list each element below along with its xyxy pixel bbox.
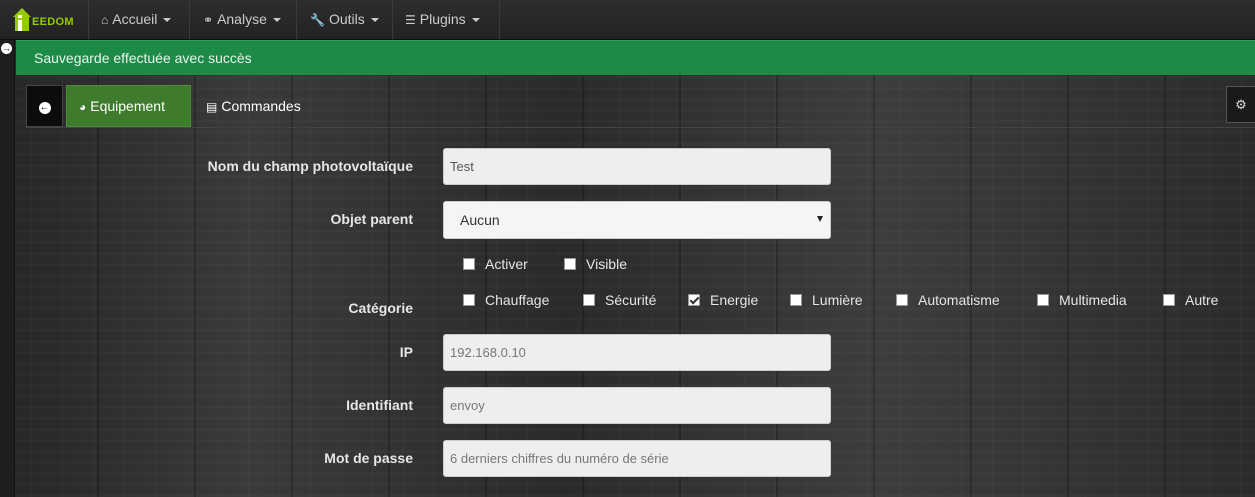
checkbox-automatisme[interactable]: Automatisme [896, 291, 1000, 309]
checkbox-multimedia-label: Multimedia [1059, 292, 1127, 308]
nav-divider [296, 0, 297, 39]
success-alert: Sauvegarde effectuée avec succès [16, 40, 1255, 75]
house-logo-icon [13, 8, 31, 31]
checkbox-box[interactable] [463, 258, 475, 270]
parent-select[interactable]: Aucun [443, 201, 831, 239]
checkbox-automatisme-label: Automatisme [918, 292, 1000, 308]
nav-divider [88, 0, 89, 39]
nav-analyse-label: Analyse [217, 11, 267, 27]
checkbox-energie-label: Energie [710, 292, 759, 308]
home-icon: ⌂ [101, 13, 109, 27]
identifier-label: Identifiant [346, 397, 413, 413]
tab-equipement[interactable]: ◕ Equipement [66, 85, 191, 127]
dashboard-icon: ◕ [79, 100, 87, 114]
cogs-icon: ⚙ [1235, 97, 1247, 112]
caret-down-icon [163, 18, 172, 23]
back-button[interactable]: ← [26, 85, 63, 127]
tab-bar: ← ◕ Equipement ▤ Commandes [26, 85, 1255, 128]
checkbox-chauffage-label: Chauffage [485, 292, 550, 308]
nav-accueil-label: Accueil [112, 11, 158, 27]
caret-down-icon [471, 18, 480, 23]
checkbox-box[interactable] [1163, 294, 1175, 306]
caret-down-icon [272, 18, 281, 23]
nav-divider [189, 0, 190, 39]
nav-analyse[interactable]: ⚭ Analyse [203, 0, 281, 39]
nav-plugins[interactable]: ☰ Plugins [405, 0, 480, 39]
parent-label: Objet parent [330, 211, 413, 227]
wrench-icon: 🔧 [310, 13, 325, 27]
checkbox-box[interactable] [1037, 294, 1049, 306]
brand-text: EEDOM [32, 16, 74, 28]
checkbox-activer-label: Activer [485, 256, 528, 272]
checkbox-box[interactable] [896, 294, 908, 306]
stethoscope-icon: ⚭ [203, 13, 214, 27]
ip-label: IP [399, 344, 413, 360]
select-arrow-icon [817, 216, 823, 222]
identifier-input[interactable] [443, 387, 831, 424]
password-input[interactable] [443, 440, 831, 477]
tasks-icon: ☰ [405, 13, 416, 27]
checkbox-visible-label: Visible [586, 256, 627, 272]
checkbox-autre-label: Autre [1185, 292, 1219, 308]
ip-input[interactable] [443, 334, 831, 371]
checkbox-chauffage[interactable]: Chauffage [463, 291, 549, 309]
parent-select-value: Aucun [460, 212, 500, 228]
checkbox-autre[interactable]: Autre [1163, 291, 1218, 309]
checkbox-box[interactable] [564, 258, 576, 270]
left-sidebar-strip [0, 40, 15, 497]
arrow-left-icon: ← [38, 102, 51, 114]
checkbox-multimedia[interactable]: Multimedia [1037, 291, 1127, 309]
tab-commandes-label: Commandes [221, 98, 301, 114]
top-navbar: EEDOM ⌂ Accueil ⚭ Analyse 🔧 Outils ☰ Plugins [0, 0, 1255, 40]
tab-equipement-label: Equipement [90, 98, 165, 114]
nav-plugins-label: Plugins [419, 11, 466, 27]
checkbox-energie[interactable]: Energie [688, 291, 758, 309]
tab-commandes[interactable]: ▤ Commandes [194, 85, 314, 127]
checkbox-box-checked[interactable] [688, 294, 700, 306]
checkbox-securite[interactable]: Sécurité [583, 291, 656, 309]
name-input[interactable] [443, 148, 831, 185]
checkbox-activer[interactable]: Activer [463, 255, 528, 273]
jeedom-logo[interactable]: EEDOM [8, 3, 88, 36]
nav-outils[interactable]: 🔧 Outils [310, 0, 379, 39]
checkbox-lumiere-label: Lumière [812, 292, 863, 308]
checkbox-box[interactable] [790, 294, 802, 306]
checkbox-box[interactable] [463, 294, 475, 306]
caret-down-icon [370, 18, 379, 23]
nav-divider [392, 0, 393, 39]
checkbox-securite-label: Sécurité [605, 292, 657, 308]
checkbox-box[interactable] [583, 294, 595, 306]
nav-outils-label: Outils [328, 11, 365, 27]
category-label: Catégorie [348, 300, 413, 316]
nav-divider [499, 0, 500, 39]
sidebar-toggle-icon[interactable]: → [1, 43, 12, 54]
name-label: Nom du champ photovoltaïque [207, 158, 413, 174]
advanced-config-button[interactable]: ⚙ [1226, 86, 1255, 123]
checkbox-visible[interactable]: Visible [564, 255, 627, 273]
list-icon: ▤ [206, 100, 218, 114]
checkbox-lumiere[interactable]: Lumière [790, 291, 863, 309]
nav-accueil[interactable]: ⌂ Accueil [101, 0, 172, 39]
password-label: Mot de passe [324, 450, 413, 466]
